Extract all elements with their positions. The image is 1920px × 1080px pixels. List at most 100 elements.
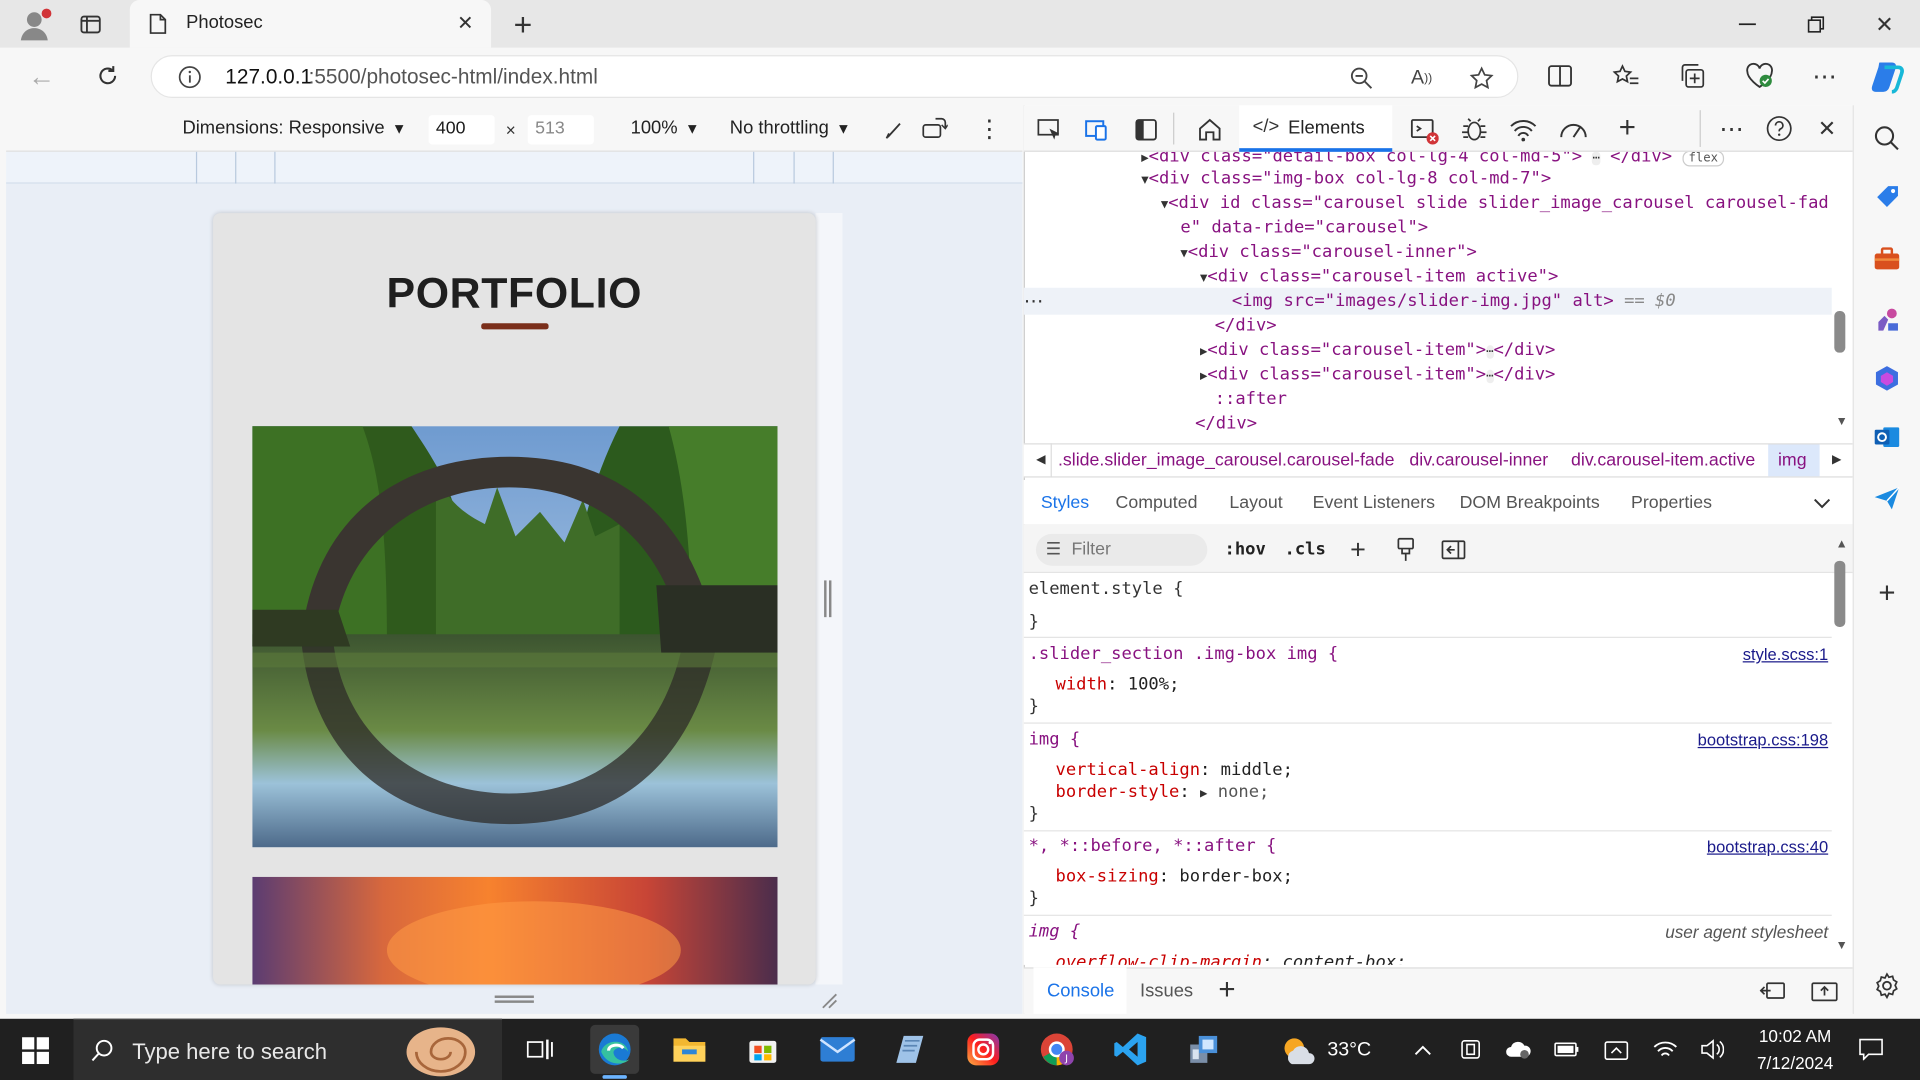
drawer-undock-icon[interactable] (1758, 977, 1787, 1004)
tray-wifi-icon[interactable] (1651, 1036, 1680, 1063)
computed-sidebar-icon[interactable] (1440, 536, 1467, 563)
sidebar-tools-icon[interactable] (1871, 242, 1903, 274)
sidebar-search-icon[interactable] (1871, 122, 1903, 154)
scroll-down-arrow-icon[interactable]: ▼ (1834, 938, 1849, 953)
resize-corner-icon[interactable] (818, 989, 840, 1011)
help-icon[interactable] (1765, 114, 1794, 143)
resize-handle-bottom[interactable] (494, 995, 534, 1003)
active-tab[interactable]: Photosec ✕ (129, 0, 492, 48)
sources-bug-icon[interactable] (1460, 115, 1489, 144)
rule-declaration[interactable]: overflow-clip-margin: content-box; (1056, 951, 1407, 965)
dom-line[interactable]: ▶<div class="carousel-item">⋯</div> (1200, 362, 1555, 389)
tab-elements[interactable]: </> Elements (1239, 105, 1393, 152)
subtab-dom-breakpoints[interactable]: DOM Breakpoints (1460, 493, 1600, 513)
breadcrumb-item[interactable]: .slide.slider_image_carousel.carousel-fa… (1058, 451, 1395, 471)
weather-temperature[interactable]: 33°C (1327, 1040, 1371, 1062)
tray-battery-icon[interactable] (1553, 1036, 1582, 1063)
drawer-add-icon[interactable]: + (1212, 973, 1241, 1006)
color-format-icon[interactable] (1393, 536, 1417, 563)
welcome-home-icon[interactable] (1195, 115, 1224, 144)
zoom-dropdown[interactable]: 100% ▼ (631, 118, 700, 139)
taskbar-store-icon[interactable] (738, 1025, 787, 1074)
close-tab-icon[interactable]: ✕ (453, 11, 477, 35)
taskbar-vscode-icon[interactable] (1106, 1025, 1155, 1074)
console-tab-icon[interactable] (1408, 115, 1440, 147)
rule-source-link[interactable]: bootstrap.css:40 (1707, 838, 1828, 856)
devtools-more-icon[interactable]: ⋯ (1718, 115, 1745, 143)
rule-source-link[interactable]: bootstrap.css:198 (1698, 731, 1829, 749)
collections-icon[interactable] (1678, 61, 1707, 90)
rule-selector[interactable]: *, *::before, *::after { (1029, 835, 1277, 857)
scroll-up-arrow-icon[interactable]: ▲ (1834, 536, 1849, 551)
dock-side-icon[interactable] (1134, 116, 1158, 143)
copilot-icon[interactable] (1866, 56, 1908, 98)
task-view-icon[interactable] (516, 1025, 565, 1074)
scroll-down-arrow-icon[interactable]: ▼ (1834, 414, 1849, 429)
sidebar-send-icon[interactable] (1871, 482, 1903, 514)
more-tools-plus-icon[interactable]: + (1611, 111, 1643, 144)
dom-line[interactable]: ▼<div id class="carousel slide slider_im… (1161, 191, 1829, 218)
performance-icon[interactable] (1558, 115, 1590, 144)
styles-scrollbar-thumb[interactable] (1834, 560, 1846, 627)
weather-icon[interactable] (1278, 1032, 1317, 1069)
flex-badge[interactable]: flex (1682, 151, 1725, 167)
device-more-icon[interactable]: ⋮ (977, 115, 1001, 143)
rule-declaration[interactable]: box-sizing: border-box; (1056, 866, 1293, 888)
notifications-icon[interactable] (1856, 1035, 1885, 1064)
sidebar-settings-gear-icon[interactable] (1871, 970, 1903, 1002)
browser-essentials-icon[interactable] (1744, 61, 1776, 90)
dom-line[interactable]: </div> (1195, 411, 1257, 435)
sidebar-games-icon[interactable] (1871, 304, 1903, 336)
taskbar-app-icon[interactable] (1179, 1025, 1228, 1074)
favorite-star-icon[interactable] (1467, 64, 1496, 93)
refresh-icon[interactable] (91, 59, 125, 93)
rule-declaration[interactable]: border-style: ▶ none; (1056, 781, 1270, 805)
clock-date[interactable]: 7/12/2024 (1746, 1053, 1844, 1073)
taskbar-search-box[interactable]: Type here to search (73, 1018, 503, 1080)
close-devtools-icon[interactable]: ✕ (1813, 115, 1840, 142)
more-subtabs-chevron-icon[interactable] (1810, 492, 1834, 514)
dom-line[interactable]: ::after (1215, 387, 1287, 411)
rule-declaration[interactable]: vertical-align: middle; (1056, 759, 1293, 781)
sidebar-shopping-icon[interactable] (1871, 181, 1903, 213)
dom-line-selected[interactable]: <img src="images/slider-img.jpg" alt> ==… (1232, 289, 1676, 313)
dom-line[interactable]: ▶<div class="carousel-item">⋯</div> (1200, 338, 1555, 365)
restore-icon[interactable] (1795, 7, 1837, 41)
rule-selector[interactable]: img { (1029, 921, 1081, 943)
drawer-dock-icon[interactable] (1810, 977, 1839, 1004)
slider-image[interactable] (252, 426, 778, 848)
tray-device-icon[interactable] (1602, 1036, 1631, 1063)
rule-selector[interactable]: .slider_section .img-box img { (1029, 643, 1339, 665)
hov-toggle[interactable]: :hov (1225, 540, 1266, 560)
subtab-styles[interactable]: Styles (1041, 493, 1089, 513)
clock-time[interactable]: 10:02 AM (1746, 1026, 1844, 1046)
breadcrumb-selected[interactable]: img (1768, 444, 1820, 477)
close-window-icon[interactable]: ✕ (1864, 7, 1906, 41)
rule-selector[interactable]: element.style { (1029, 578, 1184, 600)
taskbar-mail-icon[interactable] (813, 1025, 862, 1074)
dom-scrollbar-thumb[interactable] (1834, 311, 1846, 353)
tray-chevron-up-icon[interactable] (1411, 1036, 1435, 1063)
rule-selector[interactable]: img { (1029, 729, 1081, 751)
breadcrumb-item[interactable]: div.carousel-item.active (1571, 451, 1755, 471)
url-bar[interactable]: 127.0.0.1 :5500/photosec-html/index.html… (150, 55, 1519, 98)
network-icon[interactable] (1507, 115, 1539, 144)
throttling-dropdown[interactable]: No throttling ▼ (730, 118, 851, 139)
split-screen-icon[interactable] (1545, 61, 1574, 90)
subtab-computed[interactable]: Computed (1116, 493, 1198, 513)
drawer-tab-issues[interactable]: Issues (1140, 981, 1193, 1002)
subtab-layout[interactable]: Layout (1229, 493, 1282, 513)
favorites-icon[interactable] (1611, 61, 1640, 90)
tab-actions-icon[interactable] (73, 7, 107, 41)
new-tab-icon[interactable]: + (504, 6, 541, 43)
sunset-image[interactable] (252, 876, 778, 985)
subtab-event-listeners[interactable]: Event Listeners (1313, 493, 1435, 513)
sidebar-outlook-icon[interactable] (1871, 421, 1903, 453)
node-actions-icon[interactable]: ⋯ (1024, 289, 1044, 313)
tray-onedrive-icon[interactable] (1504, 1036, 1533, 1063)
filter-input[interactable]: ☰ Filter (1035, 533, 1208, 566)
breadcrumb-item[interactable]: div.carousel-inner (1409, 451, 1548, 471)
breadcrumb-left-arrow-icon[interactable]: ◀ (1031, 448, 1051, 470)
inspect-element-icon[interactable] (1036, 116, 1063, 143)
rule-source-link[interactable]: style.scss:1 (1743, 645, 1828, 663)
